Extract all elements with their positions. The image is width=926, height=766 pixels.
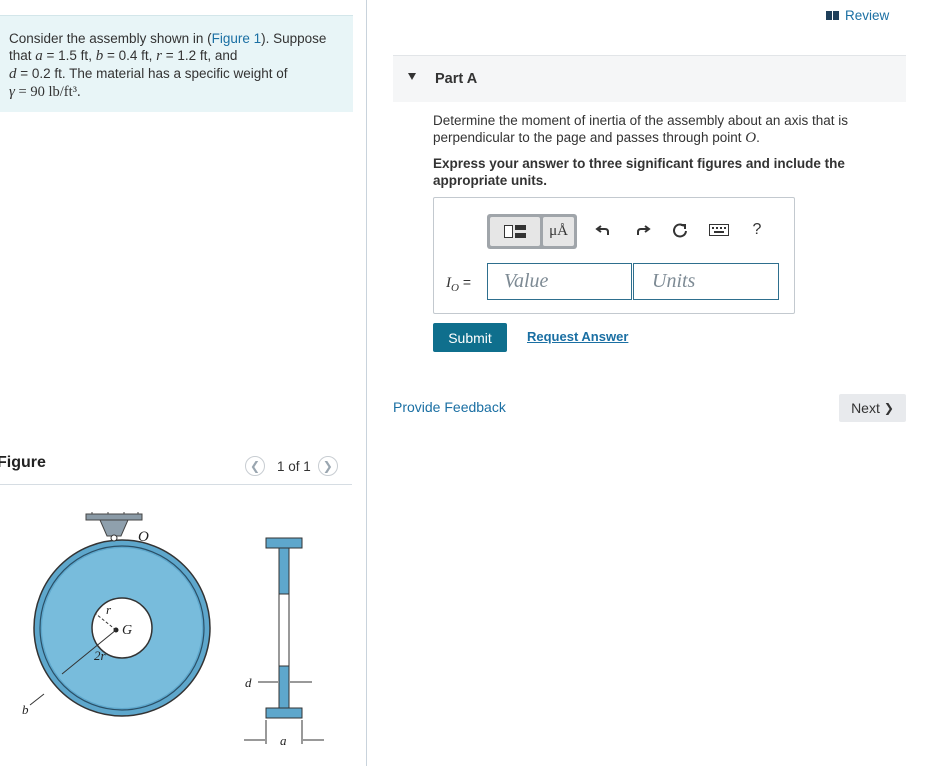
value-r: = 1.2 ft <box>161 48 208 63</box>
question-point: O <box>745 130 757 146</box>
submit-button[interactable]: Submit <box>433 323 507 352</box>
side-lower-web <box>278 665 290 709</box>
label-G: G <box>122 623 132 638</box>
label-b: b <box>22 702 29 717</box>
column-divider <box>366 0 367 766</box>
side-bottom-flange <box>265 707 303 719</box>
label-2r: 2r <box>94 648 107 663</box>
next-figure-button[interactable]: ❯ <box>317 456 338 476</box>
keyboard-icon <box>709 224 729 236</box>
io-equals: = <box>458 274 472 290</box>
var-d: d <box>9 66 17 82</box>
request-answer-link[interactable]: Request Answer <box>527 329 628 344</box>
problem-after-link: ). Suppose <box>261 31 327 46</box>
reset-icon <box>673 223 687 238</box>
side-upper-web <box>278 547 290 595</box>
problem-intro: Consider the assembly shown in ( <box>9 31 212 46</box>
pivot-pin <box>110 534 118 542</box>
value-gamma: = 90 lb/ft³. <box>14 84 81 100</box>
next-label: Next <box>851 400 880 416</box>
value-d: = 0.2 ft <box>16 66 62 81</box>
figure-title: Figure <box>0 454 46 471</box>
math-toolbar: μÅ <box>487 214 577 249</box>
chevron-left-icon: ❮ <box>249 459 261 473</box>
label-O: O <box>138 529 149 545</box>
support-plate <box>85 513 143 521</box>
problem-text: , and <box>207 48 238 63</box>
b-dimension-line <box>29 693 45 706</box>
figure-navigation: ❮ 1 of 1 ❯ <box>245 455 338 477</box>
templates-button[interactable] <box>490 217 540 246</box>
next-button[interactable]: Next ❯ <box>839 394 906 422</box>
problem-statement: Consider the assembly shown in (Figure 1… <box>0 15 353 112</box>
undo-button[interactable] <box>594 220 612 240</box>
reset-button[interactable] <box>671 220 689 240</box>
value-a: = 1.5 ft <box>42 48 89 63</box>
divider <box>0 484 352 485</box>
part-a-title: Part A <box>435 71 478 87</box>
review-link[interactable]: Review <box>826 8 889 23</box>
value-input[interactable]: Value <box>487 263 632 300</box>
help-button[interactable]: ? <box>748 220 766 240</box>
figure-counter: 1 of 1 <box>277 458 311 474</box>
part-a-header[interactable]: Part A <box>393 55 906 102</box>
review-label: Review <box>845 8 890 23</box>
io-label: IO = <box>446 274 471 294</box>
template-box-icon <box>504 225 513 238</box>
fraction-template-icon <box>515 225 526 238</box>
support-bracket <box>99 519 129 537</box>
undo-icon <box>595 225 609 235</box>
units-input[interactable]: Units <box>633 263 779 300</box>
var-a: a <box>35 48 43 64</box>
label-a: a <box>280 733 287 748</box>
chevron-right-icon: ❯ <box>322 459 333 473</box>
side-top-flange <box>265 537 303 549</box>
answer-box: μÅ ? IO = Value Units <box>433 197 795 314</box>
value-b: = 0.4 ft <box>103 48 149 63</box>
assembly-figure: O G r 2r b d a <box>22 512 324 748</box>
label-d: d <box>245 675 252 690</box>
provide-feedback-link[interactable]: Provide Feedback <box>393 399 506 415</box>
redo-icon <box>637 225 651 235</box>
problem-text: . The material has a specific weight of <box>61 66 288 81</box>
collapse-triangle-icon[interactable] <box>408 73 416 80</box>
question-body: Determine the moment of inertia of the a… <box>433 113 848 145</box>
problem-column: Consider the assembly shown in (Figure 1… <box>0 0 366 766</box>
keyboard-button[interactable] <box>708 220 730 240</box>
question-text: Determine the moment of inertia of the a… <box>433 112 883 147</box>
figure-link[interactable]: Figure 1 <box>212 31 262 46</box>
io-subscript: O <box>451 281 459 294</box>
symbols-button[interactable]: μÅ <box>543 217 574 246</box>
side-hole-section <box>278 593 290 667</box>
problem-text: that <box>9 48 36 63</box>
answer-instruction: Express your answer to three significant… <box>433 156 845 188</box>
chevron-right-icon: ❯ <box>883 401 894 415</box>
prev-figure-button[interactable]: ❮ <box>245 456 265 476</box>
book-icon <box>826 11 839 20</box>
question-end: . <box>756 130 760 145</box>
redo-button[interactable] <box>634 220 652 240</box>
